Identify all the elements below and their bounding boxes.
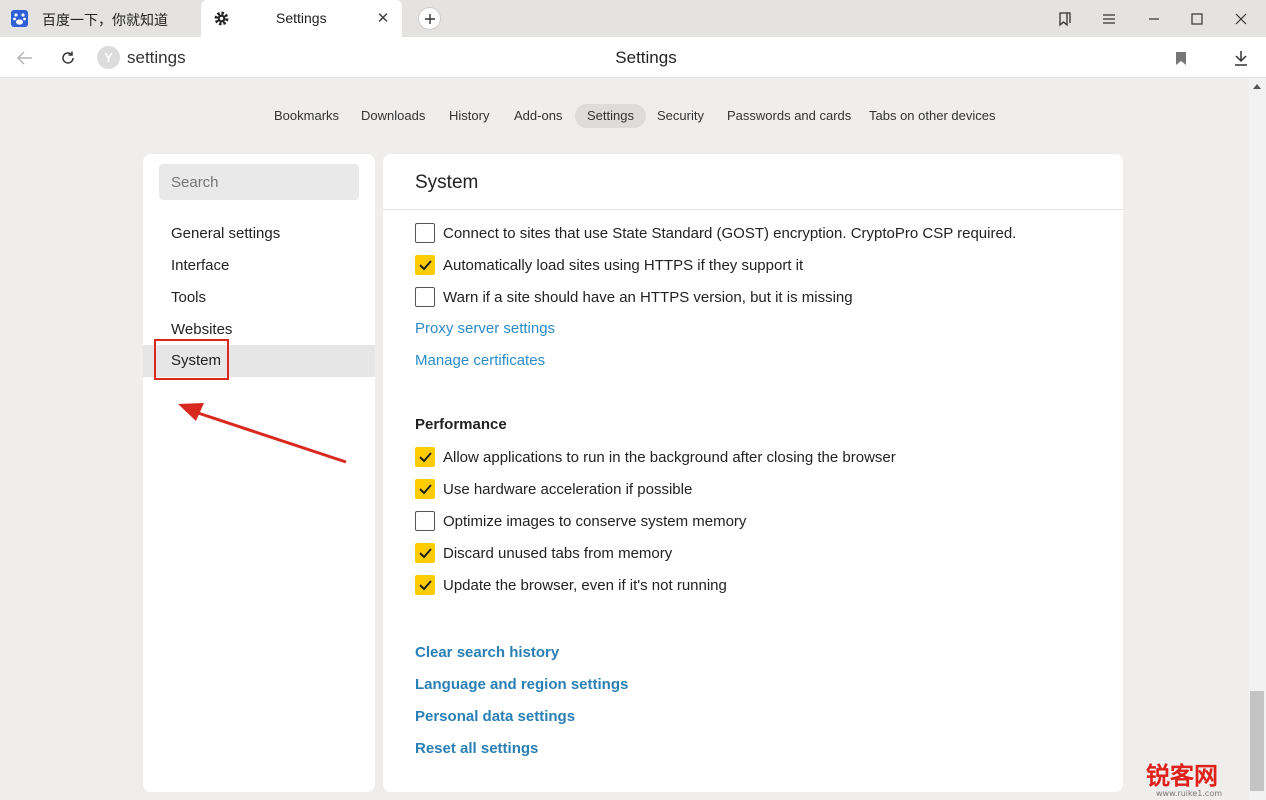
checkbox-row[interactable]: Optimize images to conserve system memor… [415,510,746,532]
checkbox-label: Use hardware acceleration if possible [443,480,693,498]
checkbox[interactable] [415,511,435,531]
checkbox-row[interactable]: Discard unused tabs from memory [415,542,672,564]
bookmarks-panel-icon [1059,11,1071,26]
settings-main-panel: System Connect to sites that use State S… [383,154,1123,792]
svg-text:锐客网: 锐客网 [1146,762,1218,790]
svg-text:www.ruike1.com: www.ruike1.com [1156,789,1222,798]
checkbox-row[interactable]: Connect to sites that use State Standard… [415,222,1016,244]
tab-security[interactable]: Security [645,104,716,128]
page-title: Settings [615,48,677,67]
bookmark-button[interactable] [1170,47,1192,69]
minimize-button[interactable] [1132,0,1176,37]
new-tab-button[interactable] [418,7,441,30]
sidebar-item-general-settings[interactable]: General settings [143,218,375,250]
checkmark-icon [418,260,432,270]
proxy-settings-link[interactable]: Proxy server settings [415,320,555,337]
language-region-settings-link[interactable]: Language and region settings [415,676,628,693]
tab-bookmarks[interactable]: Bookmarks [262,104,351,128]
tab-other-devices[interactable]: Tabs on other devices [857,104,1007,128]
sidebar-item-tools[interactable]: Tools [143,282,375,314]
close-tab-icon[interactable]: ✕ [374,9,392,27]
checkbox[interactable] [415,575,435,595]
annotation-arrow-icon [178,403,347,464]
menu-button[interactable] [1087,0,1131,37]
performance-heading: Performance [415,416,507,433]
clear-search-history-link[interactable]: Clear search history [415,644,559,661]
reset-all-settings-link[interactable]: Reset all settings [415,740,538,757]
sidebar-item-interface[interactable]: Interface [143,250,375,282]
bookmarks-panel-button[interactable] [1043,0,1087,37]
checkbox-row[interactable]: Use hardware acceleration if possible [415,478,692,500]
settings-search-input[interactable] [159,164,359,200]
download-icon [1235,51,1247,66]
annotation-highlight-box [154,339,229,380]
maximize-button[interactable] [1175,0,1219,37]
baidu-paw-icon [11,10,28,27]
downloads-button[interactable] [1230,47,1252,69]
checkbox-label: Optimize images to conserve system memor… [443,512,747,530]
maximize-icon [1191,12,1203,25]
checkbox-row[interactable]: Warn if a site should have an HTTPS vers… [415,286,853,308]
checkbox-row[interactable]: Automatically load sites using HTTPS if … [415,254,803,276]
tab-add-ons[interactable]: Add-ons [502,104,574,128]
tab-downloads[interactable]: Downloads [349,104,437,128]
checkbox-label: Discard unused tabs from memory [443,544,673,562]
hamburger-icon [1103,13,1115,24]
checkbox-label: Connect to sites that use State Standard… [443,224,1017,242]
title-bar: 百度一下，你就知道 Settings ✕ [0,0,1266,37]
close-icon [1235,13,1247,24]
plus-icon [424,13,435,24]
checkbox[interactable] [415,287,435,307]
tab-title: 百度一下，你就知道 [42,12,168,28]
checkbox-label: Allow applications to run in the backgro… [443,448,896,466]
checkmark-icon [418,452,432,462]
checkbox-label: Warn if a site should have an HTTPS vers… [443,288,853,306]
address-bar: Y settings Settings [0,37,1266,78]
checkbox[interactable] [415,223,435,243]
checkbox-row[interactable]: Update the browser, even if it's not run… [415,574,727,596]
checkbox[interactable] [415,447,435,467]
checkbox-label: Update the browser, even if it's not run… [443,576,727,594]
watermark-logo: 锐客网 www.ruike1.com [1146,762,1222,798]
scroll-up-arrow-icon[interactable] [1252,82,1262,90]
tab-title: Settings [276,10,327,26]
bookmark-icon [1176,51,1186,65]
checkbox-row[interactable]: Allow applications to run in the backgro… [415,446,896,468]
panel-header: System [383,154,1123,210]
personal-data-settings-link[interactable]: Personal data settings [415,708,575,725]
settings-top-nav: Bookmarks Downloads History Add-ons Sett… [0,104,1266,128]
checkmark-icon [418,548,432,558]
minimize-icon [1149,17,1159,20]
checkbox[interactable] [415,543,435,563]
tab-history[interactable]: History [437,104,501,128]
tab-settings[interactable]: Settings ✕ [201,0,402,37]
gear-icon [214,11,229,26]
checkbox-label: Automatically load sites using HTTPS if … [443,256,804,274]
tab-settings-page[interactable]: Settings [575,104,646,128]
tab-baidu[interactable]: 百度一下，你就知道 [0,0,200,37]
settings-sidebar: General settings Interface Tools Website… [143,154,375,792]
manage-certificates-link[interactable]: Manage certificates [415,352,545,369]
section-heading: System [415,172,479,193]
close-window-button[interactable] [1219,0,1263,37]
checkbox[interactable] [415,255,435,275]
checkmark-icon [418,580,432,590]
checkmark-icon [418,484,432,494]
checkbox[interactable] [415,479,435,499]
tab-passwords-and-cards[interactable]: Passwords and cards [715,104,863,128]
